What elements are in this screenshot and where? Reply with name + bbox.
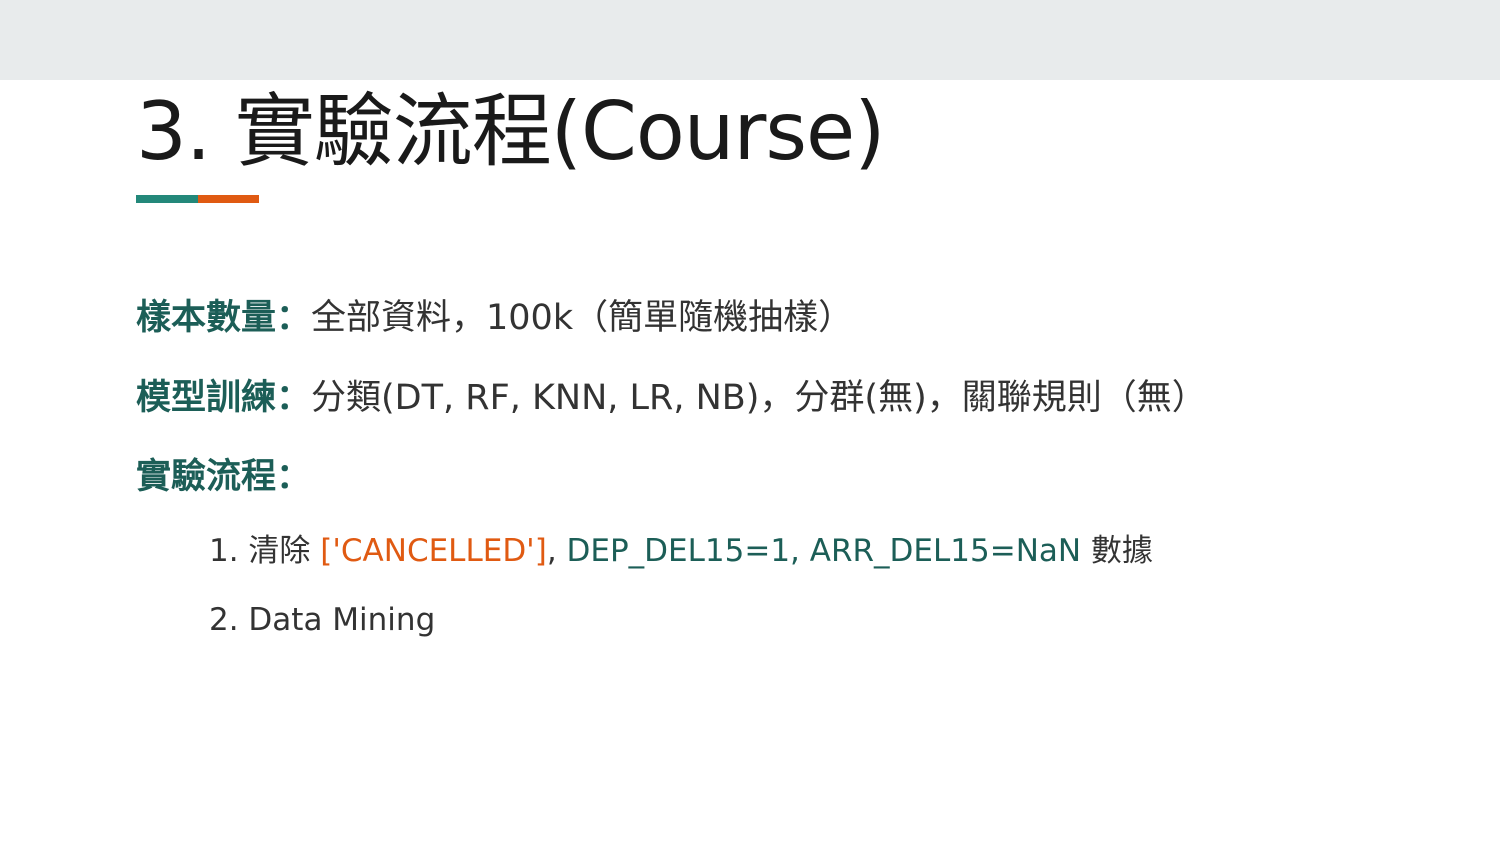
header-band (0, 0, 1500, 80)
step-1-suffix: 數據 (1081, 533, 1153, 569)
experiment-process-label: 實驗流程： (136, 457, 312, 497)
cancelled-code: ['CANCELLED'] (320, 533, 547, 569)
step-1-comma: , (546, 533, 557, 569)
title-accent-orange (198, 195, 259, 203)
step-2: 2. Data Mining (209, 602, 436, 638)
model-training-label: 模型訓練： (136, 378, 312, 418)
experiment-process-row: 實驗流程： (136, 455, 311, 499)
slide-title: 3. 實驗流程(Course) (136, 85, 885, 178)
step-1: 1. 清除 ['CANCELLED'], DEP_DEL15=1, ARR_DE… (209, 531, 1153, 571)
sample-size-label: 樣本數量： (136, 298, 312, 338)
sample-size-text: 全部資料，100k（簡單隨機抽樣） (311, 298, 854, 338)
model-training-row: 模型訓練：分類(DT, RF, KNN, LR, NB)，分群(無)，關聯規則（… (136, 376, 1207, 420)
delay-conditions: DEP_DEL15=1, ARR_DEL15=NaN (556, 533, 1082, 569)
sample-size-row: 樣本數量：全部資料，100k（簡單隨機抽樣） (136, 296, 853, 340)
slide: 3. 實驗流程(Course) 樣本數量：全部資料，100k（簡單隨機抽樣） 模… (0, 0, 1500, 844)
title-accent-teal (136, 195, 198, 203)
model-training-text: 分類(DT, RF, KNN, LR, NB)，分群(無)，關聯規則（無） (311, 378, 1207, 418)
step-1-prefix: 1. 清除 (209, 533, 321, 569)
